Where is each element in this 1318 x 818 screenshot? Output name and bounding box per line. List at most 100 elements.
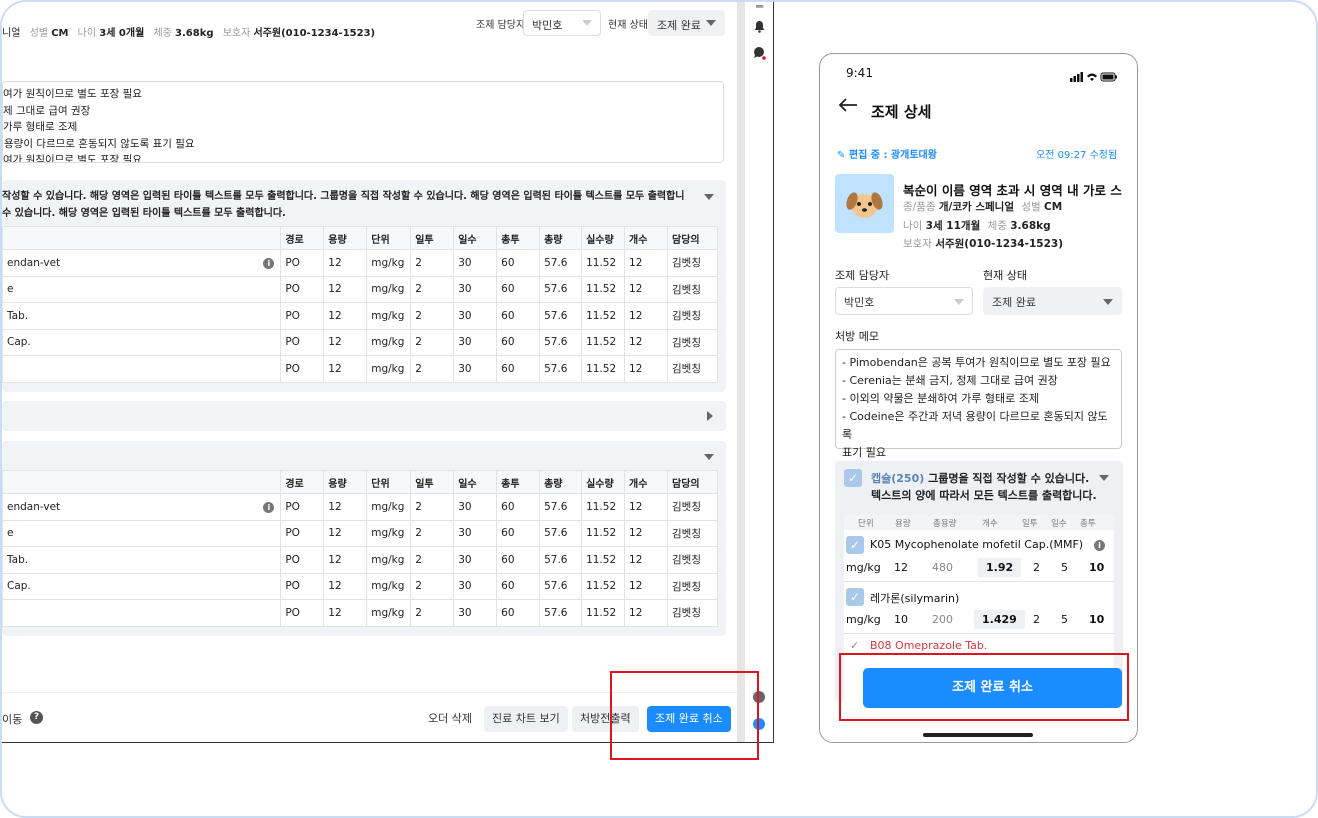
col-header: 담당의 (667, 470, 718, 494)
drug-value-count[interactable]: 1.92 (978, 558, 1022, 577)
drug-name-cell (2, 599, 282, 627)
chevron-down-icon[interactable] (704, 454, 714, 460)
chevron-right-icon[interactable] (707, 411, 713, 421)
owner-label: 보호자 (903, 238, 932, 250)
pharmacist-select[interactable]: 박민호 (523, 10, 601, 36)
col-header: 총량 (539, 226, 583, 250)
drug-group-collapsed[interactable] (2, 401, 726, 431)
drug-name-cell: endan-vet i (2, 249, 282, 277)
scrollbar[interactable] (737, 2, 745, 742)
table-cell: 60 (496, 572, 541, 600)
table-cell: 12 (624, 599, 668, 627)
table-row[interactable]: endan-vet i PO 12 mg/kg 2 30 60 57.6 11.52 12 김벳칭 (2, 493, 718, 521)
table-cell: 2 (410, 493, 455, 521)
table-cell: 김벳칭 (667, 572, 718, 600)
table-cell: 12 (323, 328, 368, 356)
col-header: 일투 (410, 470, 455, 494)
col-header: 용량 (323, 470, 368, 494)
drug-value: 5 (1061, 613, 1068, 626)
group-title-line: 그룹명을 직접 작성할 수 있습니다. (928, 472, 1090, 485)
table-cell: 60 (496, 328, 541, 356)
sex-label: 성별 (29, 28, 48, 39)
col-header: 개수 (624, 226, 668, 250)
table-cell: 11.52 (581, 519, 626, 547)
drug-value-count[interactable]: 1.429 (974, 610, 1025, 629)
table-row[interactable]: e PO 12 mg/kg 2 30 60 57.6 11.52 12 김벳칭 (2, 275, 718, 303)
table-row[interactable]: endan-vet i PO 12 mg/kg 2 30 60 57.6 11.52 12 김벳칭 (2, 249, 718, 277)
table-cell: 57.6 (539, 493, 583, 521)
menu-icon[interactable]: ≡ (753, 2, 766, 8)
drug-value: 12 (894, 561, 908, 574)
group-title: 작성할 수 있습니다. 해당 영역은 입력된 타이틀 텍스트를 모두 출력합니다… (2, 188, 685, 222)
col-header: 일수 (453, 470, 498, 494)
table-cell: PO (280, 355, 325, 383)
table-cell: PO (280, 249, 325, 277)
divider (844, 633, 1114, 634)
memo-line: - 이외의 약물은 분쇄하여 가루 형태로 조제 (842, 392, 1039, 405)
status-select[interactable]: 조제 완료 (648, 10, 725, 36)
table-cell: 2 (410, 249, 455, 277)
highlight-box (610, 671, 759, 760)
table-row[interactable]: Cap. PO 12 mg/kg 2 30 60 57.6 11.52 12 김벳칭 (2, 328, 718, 356)
table-cell: 57.6 (539, 328, 583, 356)
table-cell: PO (280, 599, 325, 627)
memo-line: 제 그대로 급여 권장 (3, 104, 91, 117)
delete-order-button[interactable]: 오더 삭제 (420, 706, 480, 732)
table-row[interactable]: PO 12 mg/kg 2 30 60 57.6 11.52 12 김벳칭 (2, 599, 718, 627)
pharmacist-select[interactable]: 박민호 (835, 287, 973, 315)
drug-value: 480 (932, 561, 953, 574)
help-icon[interactable]: ? (30, 711, 43, 724)
table-cell: 57.6 (539, 519, 583, 547)
drug-checkbox[interactable]: ✓ (846, 588, 864, 606)
chevron-down-icon[interactable] (1099, 475, 1109, 481)
table-cell: PO (280, 546, 325, 574)
prescription-memo[interactable]: - Pimobendan은 공복 투여가 원칙이므로 별도 포장 필요 - Ce… (835, 349, 1122, 459)
pet-name: 복순이 이름 영역 초과 시 영역 내 가로 스 (903, 183, 1122, 198)
table-cell: 57.6 (539, 546, 583, 574)
move-label[interactable]: 이동 (2, 711, 22, 727)
weight-label: 체중 (153, 28, 172, 39)
table-cell: 30 (453, 275, 498, 303)
group-count: 캡슐(250) (871, 472, 925, 485)
table-cell: 2 (410, 275, 455, 303)
chat-icon[interactable] (753, 46, 766, 60)
view-chart-button[interactable]: 진료 차트 보기 (484, 706, 568, 732)
info-icon[interactable]: i (1094, 540, 1105, 551)
drug-checkbox[interactable]: ✓ (846, 536, 864, 554)
table-cell: 김벳칭 (667, 546, 718, 574)
memo-line: 여가 원칙이므로 별도 포장 필요 (3, 154, 142, 163)
group-checkbox[interactable]: ✓ (844, 469, 862, 487)
table-cell: 김벳칭 (667, 328, 718, 356)
table-cell: 12 (323, 493, 368, 521)
owner-value: 서주원(010-1234-1523) (935, 238, 1063, 250)
table-cell: 김벳칭 (667, 302, 718, 330)
weight-label: 체중 (987, 220, 1007, 232)
drug-value: 2 (1033, 561, 1040, 574)
chevron-down-icon[interactable] (704, 194, 714, 200)
status-select[interactable]: 조제 완료 (983, 287, 1122, 315)
prescription-memo[interactable]: 여가 원칙이므로 별도 포장 필요 제 그대로 급여 권장 가루 형태로 조제 … (2, 81, 724, 163)
check-icon[interactable]: ✓ (850, 639, 859, 652)
table-cell: 12 (624, 519, 668, 547)
table-row[interactable]: Cap. PO 12 mg/kg 2 30 60 57.6 11.52 12 김벳칭 (2, 572, 718, 600)
memo-line: 가루 형태로 조제 (3, 121, 78, 133)
table-cell: mg/kg (366, 249, 412, 277)
table-row[interactable]: Tab. PO 12 mg/kg 2 30 60 57.6 11.52 12 김벳칭 (2, 546, 718, 574)
table-row[interactable]: Tab. PO 12 mg/kg 2 30 60 57.6 11.52 12 김벳칭 (2, 302, 718, 330)
info-icon[interactable]: i (263, 258, 275, 269)
drug-name: e (7, 283, 14, 296)
table-cell: 60 (496, 249, 541, 277)
table-cell: 12 (624, 546, 668, 574)
table-cell: 30 (453, 519, 498, 547)
pet-age-line: 나이 3세 11개월 체중 3.68kg (903, 218, 1051, 233)
page-title: 조제 상세 (871, 103, 932, 121)
table-row[interactable]: PO 12 mg/kg 2 30 60 57.6 11.52 12 김벳칭 (2, 355, 718, 383)
table-cell: 2 (410, 519, 455, 547)
back-arrow-icon[interactable] (838, 97, 858, 117)
table-row[interactable]: e PO 12 mg/kg 2 30 60 57.6 11.52 12 김벳칭 (2, 519, 718, 547)
info-icon[interactable]: i (263, 502, 275, 513)
drug-value: 10 (894, 613, 908, 626)
table-cell: mg/kg (366, 546, 412, 574)
col-header: 일투 (410, 226, 455, 250)
bell-icon[interactable] (753, 20, 766, 33)
